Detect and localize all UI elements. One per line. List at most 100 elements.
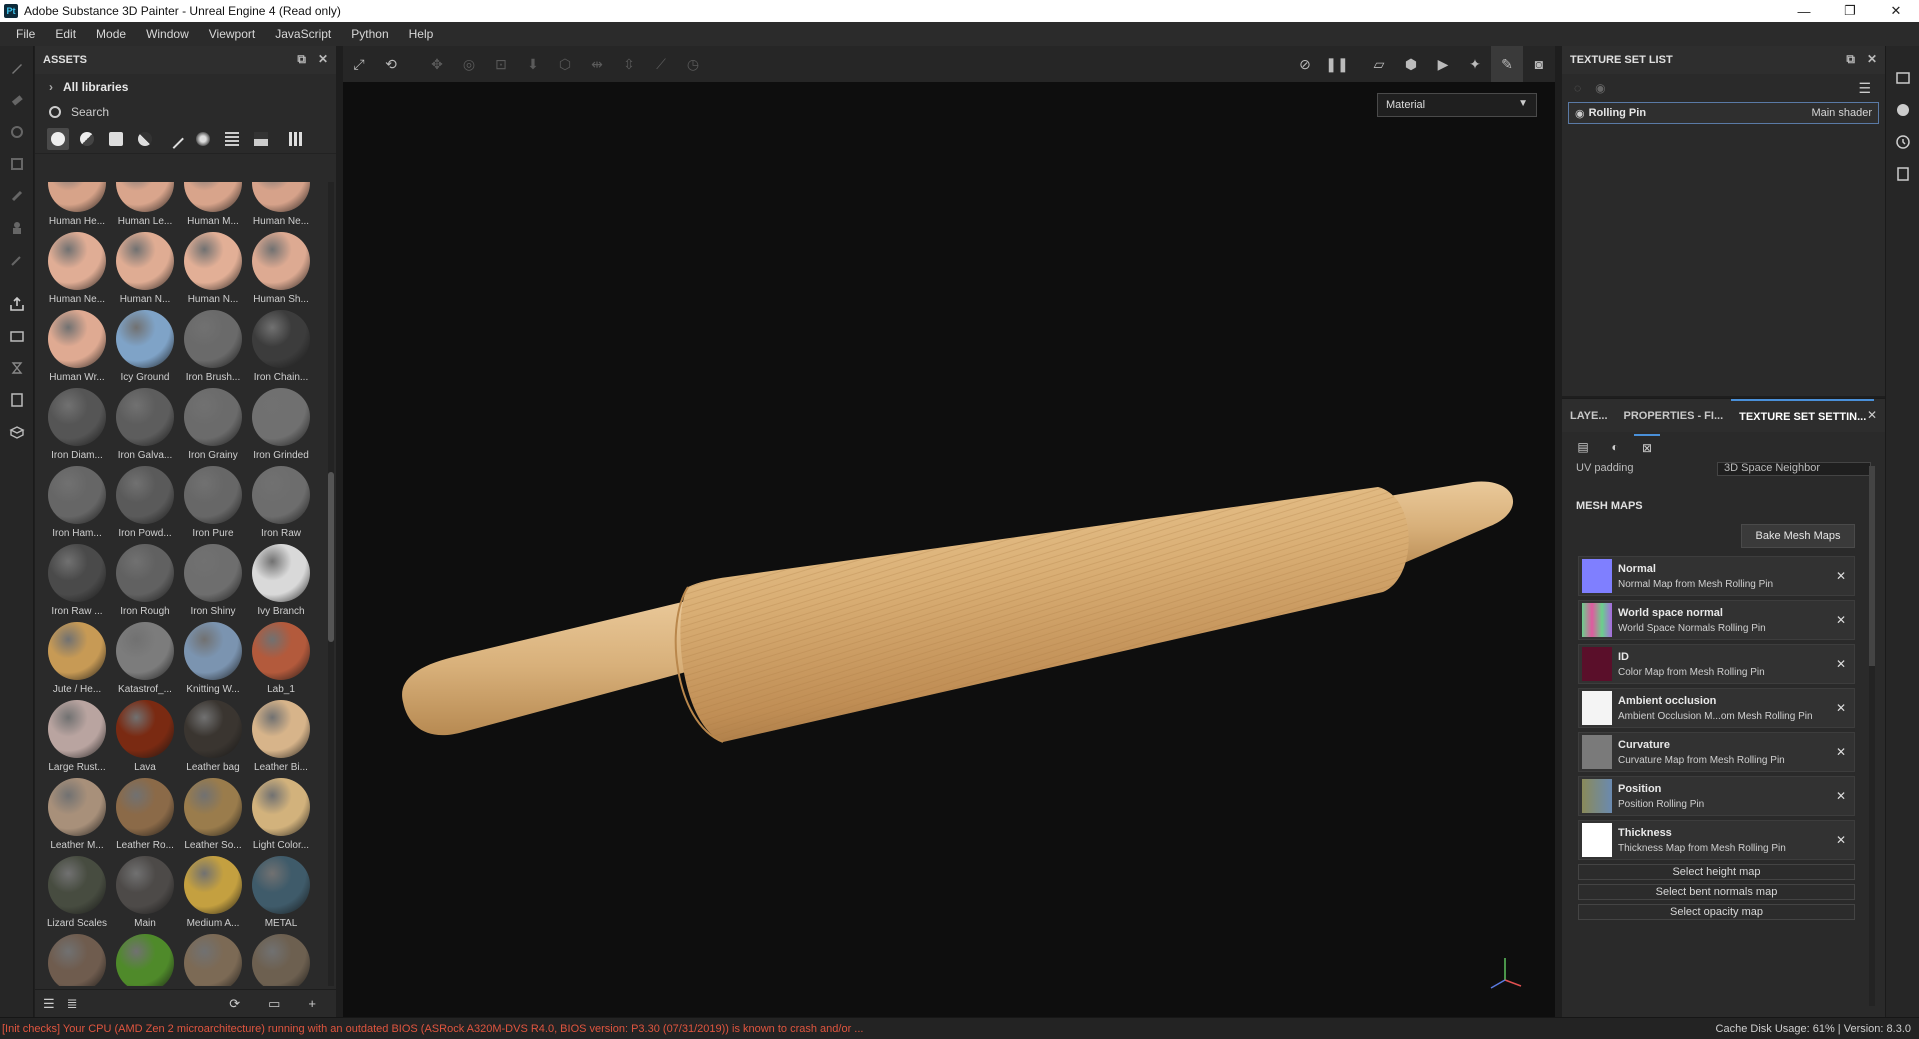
menu-icon[interactable]: ☰	[1858, 80, 1871, 97]
3d-view-icon[interactable]: ⬢	[1395, 46, 1427, 82]
picker-tool[interactable]	[0, 244, 34, 276]
uv-padding-select[interactable]: 3D Space Neighbor	[1717, 462, 1871, 476]
projection-tool[interactable]	[0, 116, 34, 148]
asset-tile[interactable]: Muddy Gr...	[247, 932, 315, 986]
close-panel-icon[interactable]: ✕	[318, 52, 328, 67]
scrollbar-thumb[interactable]	[328, 472, 334, 642]
tab-texture-set-settings[interactable]: TEXTURE SET SETTIN...	[1731, 398, 1875, 433]
bake-icon[interactable]	[0, 320, 34, 352]
export-icon[interactable]	[0, 288, 34, 320]
mesh-map-curvature[interactable]: Curvature Curvature Map from Mesh Rolling…	[1578, 732, 1855, 772]
mesh-map-thickness[interactable]: Thickness Thickness Map from Mesh Rolling…	[1578, 820, 1855, 860]
remove-map-icon[interactable]: ✕	[1836, 701, 1846, 715]
menu-help[interactable]: Help	[399, 27, 444, 41]
camera-icon[interactable]: ▶	[1427, 46, 1459, 82]
asset-tile[interactable]: Iron Shiny	[179, 542, 247, 620]
menu-viewport[interactable]: Viewport	[199, 27, 265, 41]
bake-mesh-maps-button[interactable]: Bake Mesh Maps	[1741, 524, 1855, 548]
asset-tile[interactable]: Mossy Rock	[179, 932, 247, 986]
remove-map-icon[interactable]: ✕	[1836, 745, 1846, 759]
paint-brush-tool[interactable]	[0, 52, 34, 84]
asset-tile[interactable]: Leather bag	[179, 698, 247, 776]
mesh-map-id[interactable]: ID Color Map from Mesh Rolling Pin ✕	[1578, 644, 1855, 684]
close-tab-icon[interactable]: ✕	[1867, 408, 1877, 422]
asset-tile[interactable]: Lab_1	[247, 620, 315, 698]
asset-tile[interactable]: Knitting W...	[179, 620, 247, 698]
settings-tab-shader-icon[interactable]: ◐	[1602, 434, 1628, 460]
rolling-pin-model[interactable]	[343, 82, 1555, 1017]
select-height-map-button[interactable]: Select height map	[1578, 864, 1855, 880]
texture-set-row[interactable]: ◉ Rolling Pin Main shader	[1568, 102, 1879, 124]
drop-icon[interactable]: ⬇	[517, 46, 549, 82]
menu-mode[interactable]: Mode	[86, 27, 136, 41]
asset-tile[interactable]: Leather M...	[43, 776, 111, 854]
visibility-off-icon[interactable]: ◌	[1574, 81, 1581, 95]
asset-tile[interactable]: Moss	[111, 932, 179, 986]
asset-tile[interactable]: Iron Powd...	[111, 464, 179, 542]
polygon-fill-tool[interactable]	[0, 148, 34, 180]
filter-grid-icon[interactable]	[221, 128, 243, 150]
shader-settings-icon[interactable]	[0, 384, 34, 416]
filter-environments-icon[interactable]	[250, 128, 272, 150]
mirror-y-icon[interactable]: ⇳	[613, 46, 645, 82]
asset-tile[interactable]: Ivy Branch	[247, 542, 315, 620]
filter-materials-icon[interactable]	[47, 127, 69, 150]
pause-icon[interactable]: ❚❚	[1321, 46, 1353, 82]
asset-tile[interactable]: Lizard Scales	[43, 854, 111, 932]
viewport[interactable]: ⤢ ⟲ ✥ ◎ ⊡ ⬇ ⬡ ⇹ ⇳ ⟋ ◷ ⊘ ❚❚ ▱ ⬢ ▶ ✦ ✎ ◙ M…	[343, 46, 1555, 1017]
asset-tile[interactable]: Mortar Wall	[43, 932, 111, 986]
settings-tab-general-icon[interactable]: ▤	[1570, 434, 1596, 460]
visibility-icon[interactable]: ◉	[1595, 81, 1605, 95]
screenshot-icon[interactable]: ◙	[1523, 46, 1555, 82]
tab-properties[interactable]: PROPERTIES - FI...	[1616, 399, 1732, 433]
viewport-mode-select[interactable]: Material ▼	[1377, 93, 1537, 117]
restore-icon[interactable]: ❐	[1827, 0, 1873, 22]
select-bent-normals-map-button[interactable]: Select bent normals map	[1578, 884, 1855, 900]
remove-map-icon[interactable]: ✕	[1836, 657, 1846, 671]
asset-tile[interactable]: Iron Diam...	[43, 386, 111, 464]
float-panel-icon[interactable]: ⧉	[297, 52, 306, 67]
remove-map-icon[interactable]: ✕	[1836, 569, 1846, 583]
mesh-map-world-space-normal[interactable]: World space normal World Space Normals Ro…	[1578, 600, 1855, 640]
filter-list-icon[interactable]: ≣	[67, 996, 78, 1012]
viewport-canvas[interactable]	[343, 82, 1555, 1017]
asset-tile[interactable]: Iron Raw ...	[43, 542, 111, 620]
menu-file[interactable]: File	[6, 27, 45, 41]
history-panel-icon[interactable]	[1886, 126, 1919, 158]
asset-tile[interactable]: Katastrof_...	[111, 620, 179, 698]
asset-tile[interactable]: Human Ne...	[43, 230, 111, 308]
move-icon[interactable]: ✥	[421, 46, 453, 82]
asset-tile[interactable]: Medium A...	[179, 854, 247, 932]
eraser-tool[interactable]	[0, 84, 34, 116]
texture-set-list-icon[interactable]	[1886, 62, 1919, 94]
display-settings-icon[interactable]	[0, 352, 34, 384]
asset-tile[interactable]: Iron Raw	[247, 464, 315, 542]
mesh-map-position[interactable]: Position Position Rolling Pin ✕	[1578, 776, 1855, 816]
menu-python[interactable]: Python	[341, 27, 398, 41]
settings-tab-mesh-maps-icon[interactable]: ⊠	[1634, 434, 1660, 460]
asset-tile[interactable]: Iron Galva...	[111, 386, 179, 464]
history-icon[interactable]: ◷	[677, 46, 709, 82]
asset-tile[interactable]: Jute / He...	[43, 620, 111, 698]
texture-set-shader[interactable]: Main shader	[1811, 107, 1872, 119]
select-opacity-map-button[interactable]: Select opacity map	[1578, 904, 1855, 920]
asset-tile[interactable]: Light Color...	[247, 776, 315, 854]
tab-layers[interactable]: LAYE...	[1562, 399, 1616, 433]
brush-mode-icon[interactable]: ✎	[1491, 46, 1523, 82]
asset-tile[interactable]: Leather So...	[179, 776, 247, 854]
transform-icon[interactable]: ⤢	[343, 46, 375, 82]
asset-tile[interactable]: Human N...	[179, 230, 247, 308]
asset-tile[interactable]: Human Sh...	[247, 230, 315, 308]
filter-brushes-icon[interactable]	[163, 128, 185, 150]
asset-tile[interactable]: Iron Rough	[111, 542, 179, 620]
clone-tool[interactable]	[0, 212, 34, 244]
menu-javascript[interactable]: JavaScript	[265, 27, 341, 41]
rotate-icon[interactable]: ⟲	[375, 46, 407, 82]
asset-tile[interactable]: Human Wr...	[43, 308, 111, 386]
log-panel-icon[interactable]	[1886, 158, 1919, 190]
filter-generators-icon[interactable]	[134, 128, 156, 150]
assets-scrollbar[interactable]	[328, 182, 334, 986]
menu-window[interactable]: Window	[136, 27, 199, 41]
close-icon[interactable]: ✕	[1873, 0, 1919, 22]
minimize-icon[interactable]: —	[1781, 0, 1827, 22]
